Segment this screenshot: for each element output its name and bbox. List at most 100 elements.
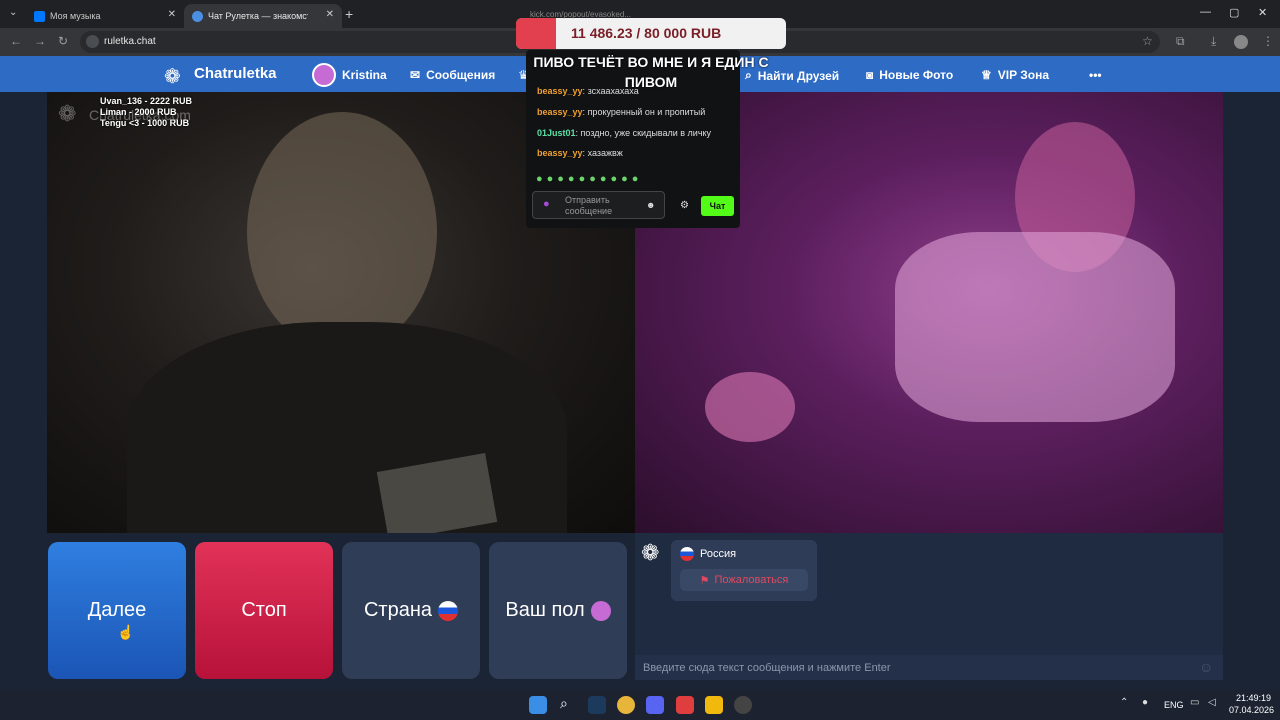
search-icon[interactable]: ⌕ (560, 695, 568, 712)
bookmark-star-icon[interactable]: ☆ (1142, 34, 1153, 48)
obs-icon[interactable] (734, 696, 752, 714)
close-icon[interactable]: ✕ (168, 9, 176, 20)
emote-row[interactable]: ●●●●●●●●●● (536, 173, 642, 185)
chat-text: хазажвж (587, 148, 623, 158)
chat-user: 01Just01 (537, 128, 576, 138)
user-profile[interactable]: Kristina (312, 63, 387, 87)
rockstar-icon[interactable] (705, 696, 723, 714)
tab-title: Чат Рулетка — знакомства (208, 11, 308, 21)
url-text[interactable]: ruletka.chat (104, 36, 156, 47)
donation-goal-fill (516, 18, 556, 49)
crown-icon: ♕ (981, 68, 992, 82)
tab-search-icon[interactable]: ⌄ (9, 7, 17, 18)
nav-label: Новые Фото (879, 68, 954, 82)
watermark-logo-icon: ❁ (58, 101, 77, 126)
reload-icon[interactable]: ↻ (58, 34, 68, 48)
stop-label: Стоп (241, 599, 287, 621)
overlay-url: kick.com/popout/evasoked... (530, 10, 631, 19)
taskbar (0, 690, 1280, 720)
nav-label: Сообщения (426, 68, 496, 82)
camera-icon: ◙ (866, 68, 874, 82)
face-shape (247, 112, 437, 352)
report-button[interactable]: ⚑ Пожаловаться (680, 569, 808, 591)
close-window-icon[interactable]: ✕ (1258, 6, 1267, 19)
steam-icon[interactable] (588, 696, 606, 714)
volume-icon[interactable]: ◁ (1208, 697, 1216, 708)
nav-label: VIP Зона (997, 68, 1049, 82)
nav-messages[interactable]: ✉ Сообщения (410, 68, 495, 82)
cursor-icon: ☝ (117, 624, 135, 640)
donation-item: Tengu <3 - 1000 RUB (100, 118, 190, 128)
tab-chatruletka[interactable]: Чат Рулетка — знакомства ✕ (184, 4, 342, 28)
emoji-icon[interactable]: ☺ (1199, 659, 1213, 675)
chat-message: beassy_yy: прокуренный он и пропитый (537, 107, 706, 117)
donation-item: Uvan_136 - 2222 RUB (100, 96, 193, 106)
envelope-icon: ✉ (410, 68, 421, 82)
russia-flag-icon (680, 547, 694, 561)
chat-text: поздно, уже скидывали в личку (580, 128, 712, 138)
close-icon[interactable]: ✕ (326, 9, 334, 20)
site-logo-icon: ❁ (641, 540, 660, 565)
tab-music[interactable]: Моя музыка ✕ (26, 4, 184, 28)
minimize-icon[interactable]: — (1200, 6, 1211, 18)
emoji-icon[interactable]: ☻ (646, 200, 655, 210)
chat-text: прокуренный он и пропитый (587, 107, 706, 117)
tab-title: Моя музыка (50, 11, 101, 21)
more-menu-icon[interactable]: ••• (1089, 68, 1102, 82)
download-icon[interactable]: ⤓ (1211, 34, 1216, 49)
menu-icon[interactable]: ⋮ (1262, 34, 1274, 48)
donation-list: Uvan_136 - 2222 RUB Liman - 2000 RUB Ten… (100, 96, 192, 129)
forward-icon[interactable]: → (34, 34, 46, 48)
can-shape (705, 372, 795, 442)
chat-text: зсхаахахаха (587, 86, 639, 96)
clock-date[interactable]: 07.04.2026 (1229, 705, 1274, 715)
chat-message: beassy_yy: хазажвж (537, 148, 623, 158)
nav-new-photos[interactable]: ◙ Новые Фото (866, 68, 953, 82)
logo-icon: ❁ (164, 66, 181, 88)
shirt-shape (127, 322, 567, 533)
language-indicator[interactable]: ENG (1164, 700, 1184, 710)
network-icon[interactable]: ▭ (1190, 697, 1199, 708)
stop-button[interactable]: Стоп (195, 542, 333, 679)
tray-chevron-icon[interactable]: ⌃ (1120, 697, 1128, 708)
report-label: Пожаловаться (714, 574, 789, 586)
discord-icon[interactable] (646, 696, 664, 714)
site-info-icon[interactable] (86, 35, 99, 48)
next-label: Далее (87, 599, 147, 621)
country-label: Страна (363, 599, 433, 621)
chat-user: beassy_yy (537, 86, 583, 96)
vk-icon (34, 10, 45, 22)
chat-message: 01Just01: поздно, уже скидывали в личку (537, 128, 712, 138)
app-icon[interactable] (676, 696, 694, 714)
flag-icon: ⚑ (699, 574, 710, 587)
back-icon[interactable]: ← (10, 34, 22, 48)
new-tab-button[interactable]: + (345, 6, 353, 22)
russia-flag-icon (438, 600, 459, 621)
chat-user: beassy_yy (537, 148, 583, 158)
mic-icon[interactable]: ● (543, 198, 550, 210)
chat-message: beassy_yy: зсхаахахаха (537, 86, 639, 96)
chrome-icon[interactable] (617, 696, 635, 714)
mic-tray-icon[interactable]: ● (1142, 697, 1148, 708)
user-name: Kristina (342, 68, 387, 82)
extensions-icon[interactable]: ⧉ (1176, 34, 1185, 49)
clock-time[interactable]: 21:49:19 (1236, 693, 1271, 703)
profile-avatar[interactable] (1234, 35, 1248, 49)
female-icon (590, 600, 611, 621)
message-placeholder: Введите сюда текст сообщения и нажмите E… (643, 662, 891, 674)
start-icon[interactable] (529, 696, 547, 714)
donation-item: Liman - 2000 RUB (100, 107, 177, 117)
site-icon (192, 10, 203, 22)
donation-goal-text: 11 486.23 / 80 000 RUB (571, 25, 722, 41)
maximize-icon[interactable]: ▢ (1229, 6, 1239, 19)
chat-send-button[interactable]: Чат (701, 196, 734, 216)
chat-user: beassy_yy (537, 107, 583, 117)
logo[interactable]: Chatruletka (194, 65, 277, 82)
nav-vip[interactable]: ♕ VIP Зона (981, 68, 1049, 82)
chat-placeholder: Отправить сообщение (565, 195, 613, 216)
gender-label: Ваш пол (505, 599, 585, 621)
next-button[interactable]: Далее (48, 542, 186, 679)
settings-icon[interactable]: ⚙ (680, 200, 689, 211)
gender-button[interactable]: Ваш пол (489, 542, 627, 679)
country-button[interactable]: Страна (342, 542, 480, 679)
